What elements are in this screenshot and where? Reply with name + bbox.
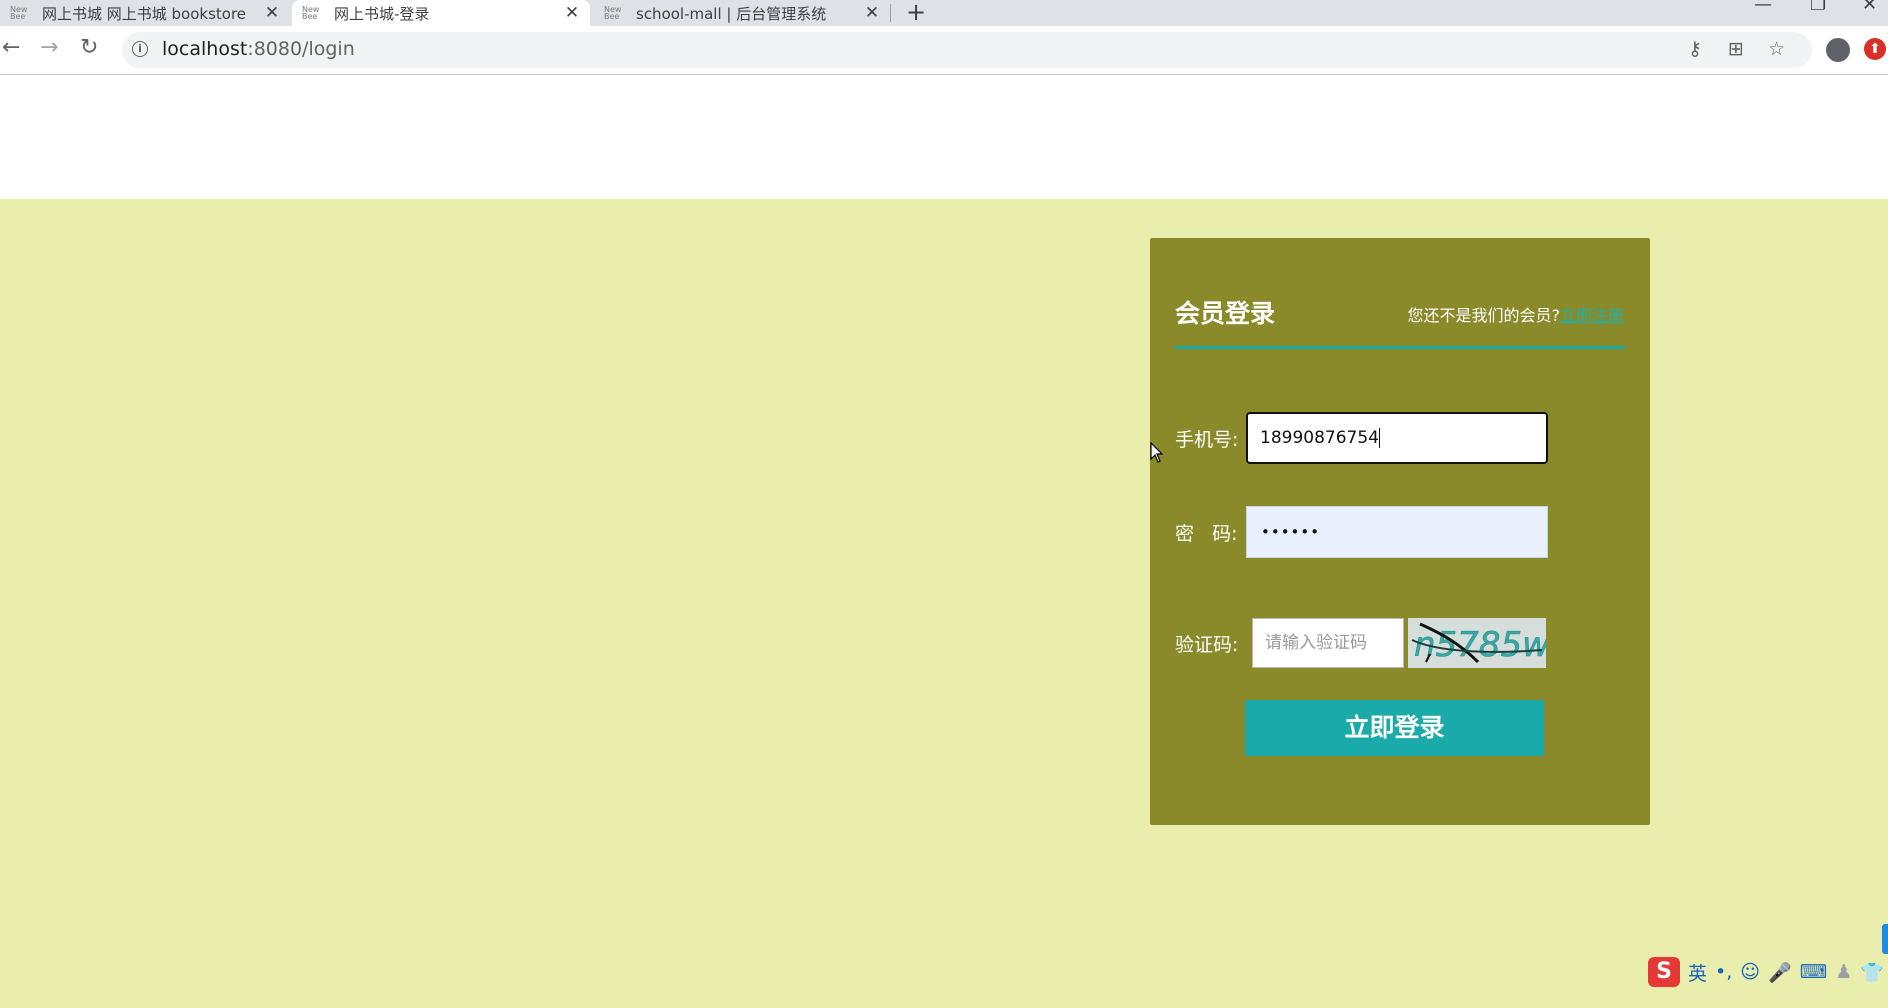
close-window-icon[interactable]: ✕ — [1862, 0, 1877, 15]
ime-toolbar: S 英 •, ☺ 🎤 ⌨ ♟ 👕 ▦ — [1648, 953, 1888, 991]
password-label: 密 码: — [1175, 523, 1238, 545]
captcha-input[interactable]: 请输入验证码 — [1252, 618, 1404, 668]
tab-title: school-mall | 后台管理系统 — [636, 4, 827, 23]
bookmark-star-icon[interactable]: ☆ — [1768, 38, 1785, 60]
ime-edge-tab[interactable] — [1882, 924, 1888, 954]
profile-avatar-icon[interactable] — [1826, 38, 1850, 62]
site-info-icon[interactable]: i — [132, 41, 148, 57]
reload-icon[interactable]: ↻ — [80, 35, 98, 60]
new-page-icon: New Bee — [604, 5, 622, 21]
back-icon[interactable]: ← — [2, 35, 20, 60]
captcha-placeholder: 请输入验证码 — [1265, 633, 1367, 653]
ime-mode-toggle[interactable]: 英 — [1688, 959, 1707, 986]
tab-separator — [890, 4, 891, 22]
register-prompt-text: 您还不是我们的会员? — [1407, 306, 1560, 325]
punctuation-icon[interactable]: •, — [1715, 961, 1732, 983]
key-icon[interactable]: ⚷ — [1688, 38, 1702, 60]
close-icon[interactable]: ✕ — [562, 3, 582, 23]
restore-icon[interactable]: ❐ — [1810, 0, 1826, 15]
register-link[interactable]: 立即注册 — [1560, 306, 1624, 325]
captcha-image[interactable]: n5785w — [1408, 618, 1546, 668]
microphone-icon[interactable]: 🎤 — [1768, 961, 1792, 984]
ime-logo[interactable]: S — [1648, 957, 1680, 987]
text-caret — [1378, 428, 1380, 448]
tab-bookstore[interactable]: New Bee 网上书城 网上书城 bookstore ✕ — [0, 0, 290, 26]
tab-login[interactable]: New Bee 网上书城-登录 ✕ — [292, 0, 590, 26]
password-input[interactable]: •••••• — [1246, 506, 1548, 558]
extension-icon[interactable]: ⬆ — [1864, 38, 1886, 60]
new-page-icon: New Bee — [302, 5, 320, 21]
keyboard-icon[interactable]: ⌨ — [1800, 961, 1827, 983]
minimize-icon[interactable]: — — [1754, 0, 1772, 15]
user-icon[interactable]: ♟ — [1835, 961, 1852, 983]
tab-admin[interactable]: New Bee school-mall | 后台管理系统 ✕ — [594, 0, 890, 26]
password-value: •••••• — [1261, 523, 1321, 541]
browser-toolbar: ← → ↻ i localhost:8080/login ⚷ ⊞ ☆ ⬆ — [0, 26, 1888, 75]
new-tab-button[interactable]: + — [906, 0, 926, 26]
phone-label: 手机号: — [1175, 429, 1239, 451]
tab-title: 网上书城 网上书城 bookstore — [42, 4, 247, 23]
new-page-icon: New Bee — [10, 5, 28, 21]
phone-input[interactable]: 18990876754 — [1246, 412, 1548, 464]
forward-icon[interactable]: → — [40, 35, 58, 60]
captcha-graphic: n5785w — [1411, 622, 1546, 665]
login-button[interactable]: 立即登录 — [1245, 700, 1544, 756]
tab-title: 网上书城-登录 — [334, 4, 430, 23]
login-panel: 会员登录 您还不是我们的会员?立即注册 手机号: 18990876754 密 码… — [1150, 238, 1650, 825]
phone-value: 18990876754 — [1260, 428, 1379, 448]
close-icon[interactable]: ✕ — [862, 3, 882, 23]
close-icon[interactable]: ✕ — [262, 3, 282, 23]
page-header — [0, 75, 1888, 199]
translate-icon[interactable]: ⊞ — [1728, 38, 1744, 60]
register-prompt: 您还不是我们的会员?立即注册 — [1407, 302, 1624, 326]
skin-icon[interactable]: 👕 — [1860, 961, 1884, 984]
captcha-label: 验证码: — [1175, 634, 1239, 656]
address-bar[interactable]: i localhost:8080/login ⚷ ⊞ ☆ — [122, 32, 1812, 68]
mouse-cursor-icon — [1150, 442, 1164, 463]
url-text[interactable]: localhost:8080/login — [162, 38, 355, 60]
browser-tab-bar: New Bee 网上书城 网上书城 bookstore ✕ New Bee 网上书城… — [0, 0, 1888, 26]
divider — [1175, 346, 1625, 349]
login-title: 会员登录 — [1175, 299, 1276, 328]
emoji-icon[interactable]: ☺ — [1740, 961, 1760, 983]
